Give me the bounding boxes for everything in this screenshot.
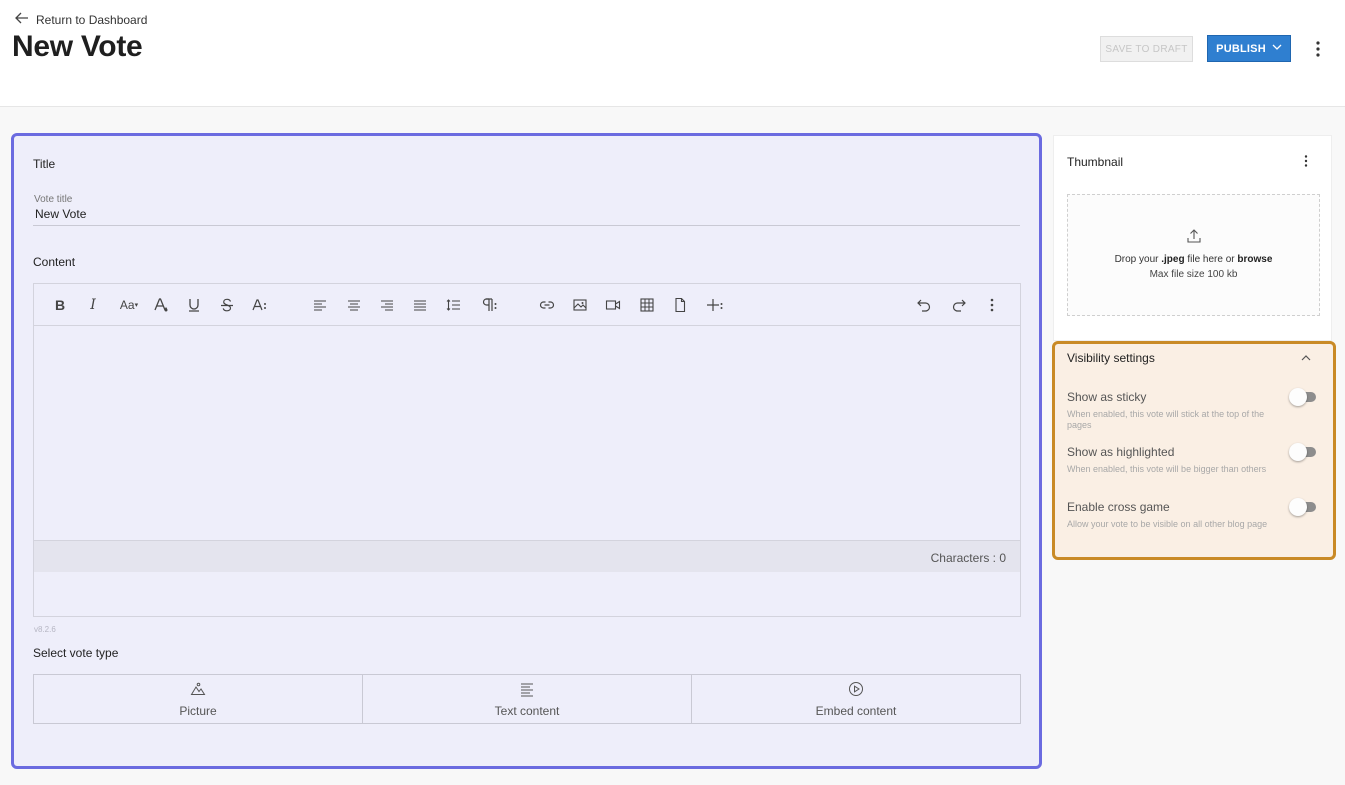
browse-link[interactable]: browse [1237,254,1272,265]
editor-statusbar: Characters : 0 [34,540,1020,572]
strikethrough-icon[interactable] [216,295,238,315]
content-section-label: Content [33,255,76,269]
vote-type-section-label: Select vote type [33,646,119,660]
arrow-left-icon [14,10,30,29]
drop-instructions: Drop your .jpeg file here or browse [1114,254,1273,265]
paragraph-icon[interactable] [476,295,502,315]
chevron-up-icon[interactable] [1299,351,1313,365]
visibility-settings-panel: Visibility settings Show as sticky When … [1052,341,1336,560]
align-left-icon[interactable] [309,295,331,315]
align-center-icon[interactable] [343,295,365,315]
toggle-knob [1289,498,1307,516]
undo-icon[interactable] [913,295,935,315]
link-icon[interactable] [536,295,558,315]
thumbnail-dropzone[interactable]: Drop your .jpeg file here or browse Max … [1067,194,1320,316]
vote-type-text-content[interactable]: Text content [363,675,692,723]
show-as-highlighted-label: Show as highlighted [1067,445,1175,459]
vote-type-picture[interactable]: Picture [34,675,363,723]
show-as-highlighted-toggle[interactable] [1289,443,1316,461]
italic-icon[interactable]: I [82,295,104,315]
more-options-icon[interactable] [1309,39,1327,59]
vote-title-underline [33,225,1020,226]
vote-editor-panel: Title Vote title New Vote Content B I Aa… [11,133,1042,769]
align-right-icon[interactable] [376,295,398,315]
save-to-draft-button[interactable]: SAVE TO DRAFT [1100,36,1193,62]
file-icon[interactable] [669,295,691,315]
character-count: Characters : 0 [930,551,1006,565]
return-to-dashboard-link[interactable]: Return to Dashboard [14,10,147,29]
upload-icon [1186,228,1202,244]
chevron-down-icon [1272,42,1282,55]
rich-text-editor[interactable]: B I Aa ▾ Characters: 0 [33,283,1021,617]
text-style-icon[interactable] [249,295,271,315]
publish-button[interactable]: PUBLISH [1207,35,1291,62]
vote-type-picture-label: Picture [179,703,217,718]
table-icon[interactable] [636,295,658,315]
video-icon[interactable] [602,295,624,315]
align-justify-icon[interactable] [409,295,431,315]
insert-more-icon[interactable] [702,295,728,315]
vote-type-selector: Picture Text content Embed content [33,674,1021,724]
thumbnail-card: Thumbnail Drop your .jpeg file here or b… [1053,135,1332,341]
vote-title-label: Vote title [34,194,73,205]
line-height-icon[interactable] [443,295,465,315]
return-to-dashboard-label: Return to Dashboard [36,12,148,27]
font-size-icon[interactable]: Aa ▾ [114,295,144,315]
thumbnail-more-icon[interactable] [1299,153,1313,169]
vote-type-embed-content-label: Embed content [815,703,897,718]
text-color-icon[interactable] [150,295,172,315]
show-as-sticky-description: When enabled, this vote will stick at th… [1067,409,1265,430]
show-as-sticky-toggle[interactable] [1289,388,1316,406]
show-as-sticky-label: Show as sticky [1067,390,1147,404]
vote-title-input[interactable]: New Vote [35,207,86,221]
visibility-settings-title: Visibility settings [1067,351,1155,365]
play-circle-icon [848,681,864,700]
underline-icon[interactable] [183,295,205,315]
toggle-knob [1289,388,1307,406]
thumbnail-title: Thumbnail [1067,155,1124,169]
page-title: New Vote [12,30,143,63]
max-file-size: Max file size 100 kb [1149,269,1238,280]
title-section-label: Title [33,157,56,171]
editor-version: v8.2.6 [34,625,56,634]
toggle-knob [1289,443,1307,461]
show-as-highlighted-description: When enabled, this vote will be bigger t… [1067,464,1267,474]
enable-cross-game-label: Enable cross game [1067,500,1170,514]
editor-more-icon[interactable] [981,295,1003,315]
vote-type-text-content-label: Text content [494,703,560,718]
redo-icon[interactable] [948,295,970,315]
enable-cross-game-description: Allow your vote to be visible on all oth… [1067,519,1268,529]
vote-type-embed-content[interactable]: Embed content [692,675,1020,723]
editor-toolbar: B I Aa ▾ [34,284,1020,326]
publish-label: PUBLISH [1216,42,1266,55]
text-lines-icon [519,681,535,700]
enable-cross-game-toggle[interactable] [1289,498,1316,516]
page-header: Return to Dashboard New Vote SAVE TO DRA… [0,0,1345,107]
picture-icon [190,681,206,700]
bold-icon[interactable]: B [49,295,71,315]
image-icon[interactable] [569,295,591,315]
